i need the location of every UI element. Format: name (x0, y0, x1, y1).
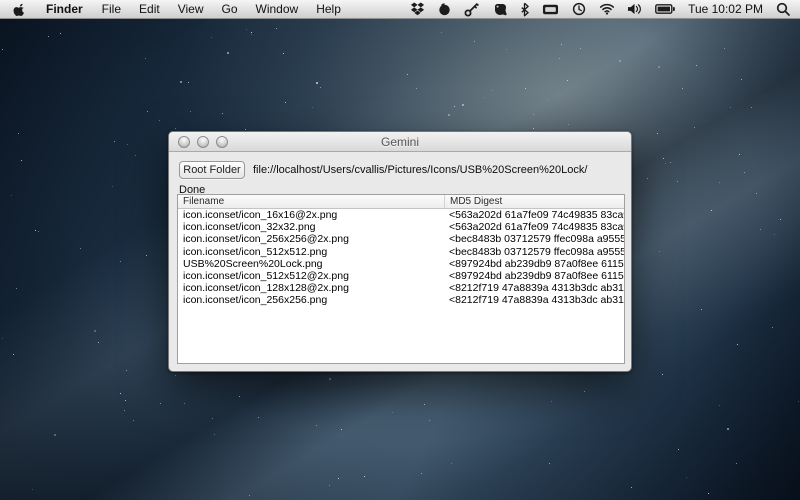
apple-menu[interactable] (0, 2, 36, 17)
md5-cell: <8212f719 47a8839a 4313b3dc ab310e39> (444, 282, 624, 294)
table-header: Filename MD5 Digest (178, 195, 624, 209)
filename-cell: icon.iconset/icon_512x512@2x.png (178, 270, 444, 282)
md5-cell: <897924bd ab239db9 87a0f8ee 611526c5> (444, 270, 624, 282)
md5-cell: <563a202d 61a7fe09 74c49835 83ca92e1> (444, 209, 624, 221)
menu-item-help[interactable]: Help (307, 0, 350, 19)
table-row[interactable]: icon.iconset/icon_512x512@2x.png<897924b… (178, 270, 624, 282)
filename-cell: icon.iconset/icon_512x512.png (178, 246, 444, 258)
table-body: icon.iconset/icon_16x16@2x.png<563a202d … (178, 209, 624, 307)
window-title: Gemini (169, 132, 631, 152)
table-row[interactable]: icon.iconset/icon_256x256@2x.png<bec8483… (178, 233, 624, 245)
key-icon[interactable] (464, 2, 480, 17)
menu-item-file[interactable]: File (93, 0, 130, 19)
file-table: Filename MD5 Digest icon.iconset/icon_16… (177, 194, 625, 364)
root-folder-button[interactable]: Root Folder (179, 161, 245, 179)
menu-clock[interactable]: Tue 10:02 PM (688, 2, 763, 16)
root-folder-path: file://localhost/Users/cvallis/Pictures/… (253, 164, 587, 176)
apple-icon (13, 2, 26, 17)
volume-icon[interactable] (628, 3, 642, 15)
menu-status-area: Tue 10:02 PM (410, 0, 800, 18)
md5-cell: <bec8483b 03712579 ffec098a a9555180> (444, 233, 624, 245)
table-row[interactable]: icon.iconset/icon_32x32.png<563a202d 61a… (178, 221, 624, 233)
battery-icon[interactable] (655, 4, 675, 14)
column-header-filename[interactable]: Filename (178, 195, 444, 208)
window-titlebar[interactable]: Gemini (169, 132, 631, 152)
md5-cell: <bec8483b 03712579 ffec098a a9555180> (444, 246, 624, 258)
table-row[interactable]: icon.iconset/icon_512x512.png<bec8483b 0… (178, 246, 624, 258)
menu-item-window[interactable]: Window (247, 0, 308, 19)
menu-item-finder[interactable]: Finder (36, 0, 93, 19)
minimize-button[interactable] (197, 136, 209, 148)
window-content: Root Folder file://localhost/Users/cvall… (169, 152, 631, 372)
table-row[interactable]: icon.iconset/icon_16x16@2x.png<563a202d … (178, 209, 624, 221)
bluetooth-icon[interactable] (520, 2, 529, 17)
md5-cell: <563a202d 61a7fe09 74c49835 83ca92e1> (444, 221, 624, 233)
table-row[interactable]: USB%20Screen%20Lock.png<897924bd ab239db… (178, 258, 624, 270)
spotlight-icon[interactable] (776, 2, 790, 16)
time-machine-icon[interactable] (572, 2, 586, 16)
traffic-lights (178, 136, 228, 148)
desktop: Finder File Edit View Go Window Help (0, 0, 800, 500)
menu-item-view[interactable]: View (169, 0, 213, 19)
table-row[interactable]: icon.iconset/icon_256x256.png<8212f719 4… (178, 294, 624, 306)
close-button[interactable] (178, 136, 190, 148)
toolbar: Root Folder file://localhost/Users/cvall… (179, 161, 621, 179)
md5-cell: <8212f719 47a8839a 4313b3dc ab310e39> (444, 294, 624, 306)
filename-cell: icon.iconset/icon_256x256.png (178, 294, 444, 306)
filename-cell: icon.iconset/icon_128x128@2x.png (178, 282, 444, 294)
menu-item-edit[interactable]: Edit (130, 0, 169, 19)
wifi-icon[interactable] (599, 3, 615, 15)
filename-cell: USB%20Screen%20Lock.png (178, 258, 444, 270)
md5-cell: <897924bd ab239db9 87a0f8ee 611526c5> (444, 258, 624, 270)
table-row[interactable]: icon.iconset/icon_128x128@2x.png<8212f71… (178, 282, 624, 294)
zoom-button[interactable] (216, 136, 228, 148)
dropbox-icon[interactable] (410, 2, 425, 16)
menu-item-go[interactable]: Go (213, 0, 247, 19)
filename-cell: icon.iconset/icon_32x32.png (178, 221, 444, 233)
circular-badge-icon[interactable] (438, 2, 451, 16)
display-icon[interactable] (542, 4, 559, 15)
filename-cell: icon.iconset/icon_16x16@2x.png (178, 209, 444, 221)
filename-cell: icon.iconset/icon_256x256@2x.png (178, 233, 444, 245)
menu-left: Finder File Edit View Go Window Help (0, 0, 350, 18)
menu-bar: Finder File Edit View Go Window Help (0, 0, 800, 19)
gemini-window: Gemini Root Folder file://localhost/User… (168, 131, 632, 372)
column-header-md5[interactable]: MD5 Digest (444, 195, 624, 208)
evernote-elephant-icon[interactable] (493, 3, 507, 16)
